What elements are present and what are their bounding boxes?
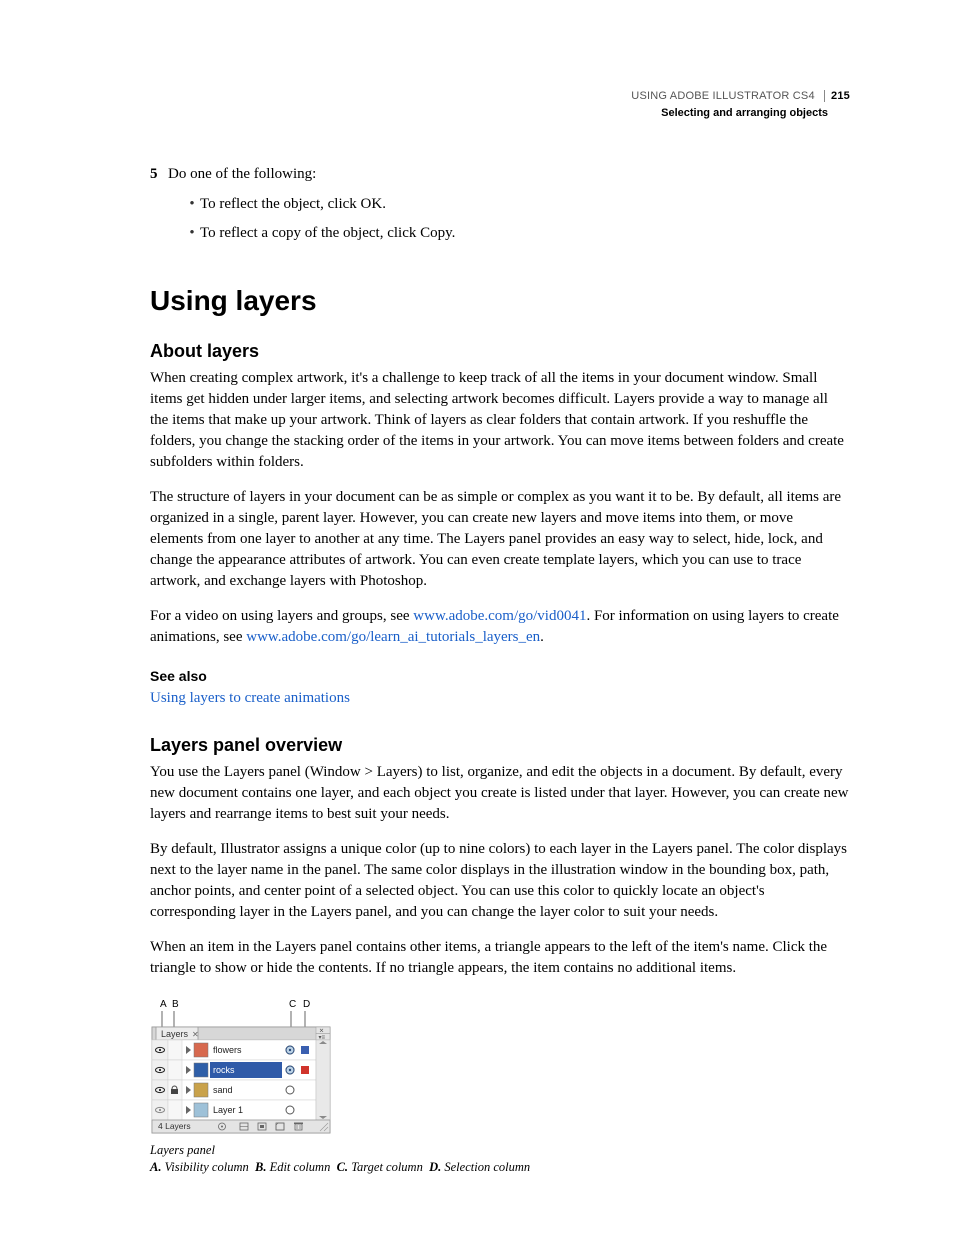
callout-b: B xyxy=(172,999,179,1010)
step-list: 5 Do one of the following: • To reflect … xyxy=(150,163,850,247)
bullet-text: To reflect the object, click OK. xyxy=(200,190,386,219)
svg-text:✕: ✕ xyxy=(192,1030,199,1039)
bullet-item: • To reflect a copy of the object, click… xyxy=(184,219,850,248)
section-heading: About layers xyxy=(150,341,850,362)
callout-c: C xyxy=(289,999,296,1010)
figure-legend: A. Visibility column B. Edit column C. T… xyxy=(150,1160,850,1175)
panel-tab-label: Layers xyxy=(161,1029,189,1039)
figure-caption: Layers panel xyxy=(150,1143,850,1158)
panel-status: 4 Layers xyxy=(158,1121,191,1131)
body-paragraph: When an item in the Layers panel contain… xyxy=(150,937,850,979)
svg-text:rocks: rocks xyxy=(213,1065,235,1075)
svg-text:flowers: flowers xyxy=(213,1045,242,1055)
step-number: 5 xyxy=(150,163,168,186)
step-text: Do one of the following: xyxy=(168,163,316,186)
video-link[interactable]: www.adobe.com/go/vid0041 xyxy=(413,608,586,624)
section-heading: Layers panel overview xyxy=(150,735,850,756)
see-also-heading: See also xyxy=(150,668,850,684)
page-number: 215 xyxy=(824,90,850,102)
chapter-heading: Using layers xyxy=(150,285,850,317)
tutorials-link[interactable]: www.adobe.com/go/learn_ai_tutorials_laye… xyxy=(246,629,540,645)
svg-text:Layer 1: Layer 1 xyxy=(213,1105,243,1115)
bullet-item: • To reflect the object, click OK. xyxy=(184,190,850,219)
bullet-icon: • xyxy=(184,219,200,248)
body-paragraph: The structure of layers in your document… xyxy=(150,487,850,592)
layers-panel-figure: A B C D Layers ✕ ✕ ▾≡ flowersrockssandLa… xyxy=(150,997,850,1175)
body-paragraph: For a video on using layers and groups, … xyxy=(150,606,850,648)
layers-panel-diagram: A B C D Layers ✕ ✕ ▾≡ flowersrockssandLa… xyxy=(150,997,335,1137)
section-name: Selecting and arranging objects xyxy=(150,105,850,122)
body-paragraph: When creating complex artwork, it's a ch… xyxy=(150,368,850,473)
product-name: USING ADOBE ILLUSTRATOR CS4 xyxy=(631,90,814,102)
bullet-text: To reflect a copy of the object, click C… xyxy=(200,219,455,248)
see-also-link[interactable]: Using layers to create animations xyxy=(150,690,350,706)
svg-text:sand: sand xyxy=(213,1085,233,1095)
body-paragraph: By default, Illustrator assigns a unique… xyxy=(150,839,850,923)
bullet-icon: • xyxy=(184,190,200,219)
callout-d: D xyxy=(303,999,310,1010)
running-header: USING ADOBE ILLUSTRATOR CS4 215 Selectin… xyxy=(150,88,850,121)
body-paragraph: You use the Layers panel (Window > Layer… xyxy=(150,762,850,825)
callout-a: A xyxy=(160,999,167,1010)
